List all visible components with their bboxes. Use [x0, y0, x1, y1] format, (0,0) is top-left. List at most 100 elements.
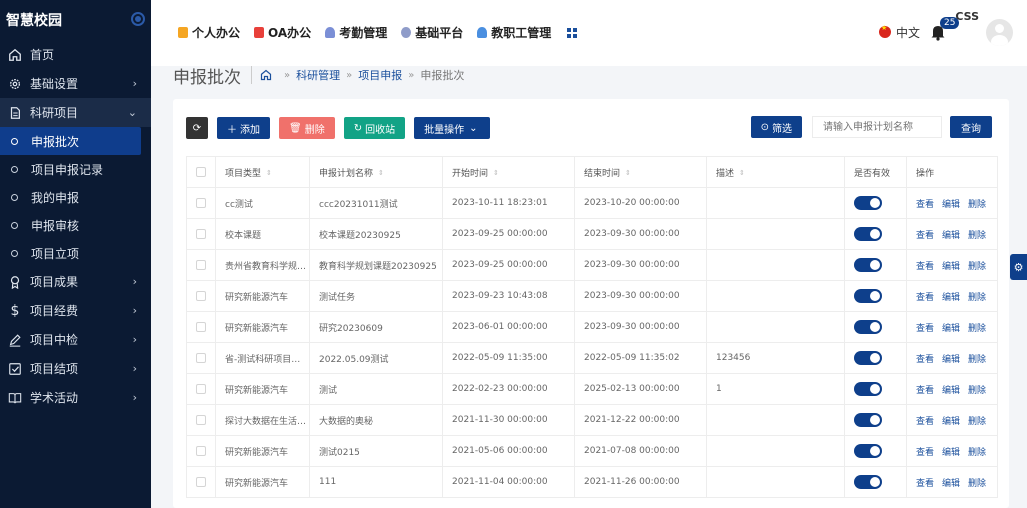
- sort-icon[interactable]: ⇕: [739, 169, 745, 177]
- table-cell: 2021-11-30 00:00:00: [442, 404, 575, 436]
- sort-icon[interactable]: ⇕: [625, 169, 631, 177]
- sidebar-item-achievements[interactable]: 项目成果 ›: [0, 267, 151, 296]
- delete-link[interactable]: 删除: [968, 386, 986, 396]
- valid-toggle[interactable]: [854, 444, 882, 458]
- valid-toggle[interactable]: [854, 258, 882, 272]
- delete-link[interactable]: 删除: [968, 262, 986, 272]
- edit-link[interactable]: 编辑: [942, 417, 960, 427]
- valid-toggle[interactable]: [854, 475, 882, 489]
- sort-icon[interactable]: ⇕: [266, 169, 272, 177]
- delete-link[interactable]: 删除: [968, 324, 986, 334]
- valid-toggle[interactable]: [854, 289, 882, 303]
- select-all-checkbox[interactable]: [196, 166, 206, 177]
- refresh-button[interactable]: ⟳: [186, 117, 208, 139]
- sidebar-subitem-records[interactable]: 项目申报记录: [0, 155, 151, 183]
- delete-button[interactable]: 🗑 删除: [279, 117, 335, 139]
- search-input[interactable]: [812, 116, 942, 138]
- valid-toggle[interactable]: [854, 351, 882, 365]
- view-link[interactable]: 查看: [916, 417, 934, 427]
- edit-link[interactable]: 编辑: [942, 262, 960, 272]
- edit-link[interactable]: 编辑: [942, 200, 960, 210]
- sidebar-item-home[interactable]: 首页: [0, 40, 151, 69]
- column-header-start-time[interactable]: 开始时间 ⇕: [442, 156, 575, 188]
- sidebar-item-closing[interactable]: 项目结项 ›: [0, 354, 151, 383]
- view-link[interactable]: 查看: [916, 262, 934, 272]
- row-checkbox[interactable]: [196, 383, 206, 394]
- sort-icon[interactable]: ⇕: [493, 169, 499, 177]
- row-checkbox[interactable]: [196, 321, 206, 332]
- sort-icon[interactable]: ⇕: [378, 169, 384, 177]
- column-header-description[interactable]: 描述 ⇕: [706, 156, 845, 188]
- edit-link[interactable]: 编辑: [942, 293, 960, 303]
- view-link[interactable]: 查看: [916, 231, 934, 241]
- column-header-end-time[interactable]: 结束时间 ⇕: [574, 156, 707, 188]
- column-header-type[interactable]: 项目类型 ⇕: [215, 156, 310, 188]
- row-checkbox[interactable]: [196, 228, 206, 239]
- view-link[interactable]: 查看: [916, 479, 934, 489]
- sidebar-item-label: 基础设置: [30, 77, 79, 91]
- topnav-base-platform[interactable]: 基础平台: [401, 24, 463, 41]
- apps-grid-icon[interactable]: [567, 27, 578, 38]
- valid-toggle[interactable]: [854, 227, 882, 241]
- edit-link[interactable]: 编辑: [942, 231, 960, 241]
- delete-link[interactable]: 删除: [968, 355, 986, 365]
- edit-link[interactable]: 编辑: [942, 386, 960, 396]
- row-checkbox[interactable]: [196, 259, 206, 270]
- notification-bell-icon[interactable]: 25: [930, 17, 960, 41]
- row-checkbox[interactable]: [196, 352, 206, 363]
- row-checkbox[interactable]: [196, 414, 206, 425]
- filter-button[interactable]: ⊙ 筛选: [750, 116, 802, 138]
- add-button[interactable]: ＋添加: [217, 117, 270, 139]
- valid-toggle[interactable]: [854, 320, 882, 334]
- recycle-bin-button[interactable]: ↻ 回收站: [343, 117, 406, 139]
- home-icon[interactable]: [260, 69, 272, 81]
- row-checkbox[interactable]: [196, 197, 206, 208]
- delete-link[interactable]: 删除: [968, 448, 986, 458]
- column-header-plan-name[interactable]: 申报计划名称 ⇕: [309, 156, 443, 188]
- sidebar-toggle-icon[interactable]: [131, 12, 145, 26]
- breadcrumb-project-declaration[interactable]: 项目申报: [358, 67, 402, 83]
- table-cell: 2023-06-01 00:00:00: [442, 311, 575, 343]
- edit-link[interactable]: 编辑: [942, 324, 960, 334]
- topnav-attendance[interactable]: 考勤管理: [325, 24, 387, 41]
- delete-link[interactable]: 删除: [968, 200, 986, 210]
- view-link[interactable]: 查看: [916, 200, 934, 210]
- valid-toggle[interactable]: [854, 413, 882, 427]
- delete-link[interactable]: 删除: [968, 231, 986, 241]
- view-link[interactable]: 查看: [916, 293, 934, 303]
- topnav-oa-office[interactable]: OA办公: [254, 24, 311, 41]
- row-checkbox[interactable]: [196, 290, 206, 301]
- delete-link[interactable]: 删除: [968, 479, 986, 489]
- query-button[interactable]: 查询: [950, 116, 992, 138]
- sidebar-item-basic-settings[interactable]: 基础设置 ›: [0, 69, 151, 98]
- sidebar-item-funding[interactable]: $ 项目经费 ›: [0, 296, 151, 325]
- sidebar-subitem-my-declaration[interactable]: 我的申报: [0, 183, 151, 211]
- sidebar-item-research-projects[interactable]: 科研项目 ⌄: [0, 98, 151, 127]
- valid-toggle[interactable]: [854, 382, 882, 396]
- breadcrumb-research-management[interactable]: 科研管理: [296, 67, 340, 83]
- topnav-personal-office[interactable]: 个人办公: [178, 24, 240, 41]
- language-switch[interactable]: 中文: [896, 24, 920, 41]
- table-cell: [706, 404, 845, 436]
- edit-link[interactable]: 编辑: [942, 448, 960, 458]
- edit-link[interactable]: 编辑: [942, 355, 960, 365]
- delete-link[interactable]: 删除: [968, 293, 986, 303]
- row-checkbox[interactable]: [196, 445, 206, 456]
- valid-toggle[interactable]: [854, 196, 882, 210]
- sidebar-item-academic[interactable]: 学术活动 ›: [0, 383, 151, 412]
- sidebar-subitem-batch[interactable]: 申报批次: [0, 127, 141, 155]
- topnav-staff-management[interactable]: 教职工管理: [477, 24, 551, 41]
- row-checkbox[interactable]: [196, 476, 206, 487]
- view-link[interactable]: 查看: [916, 386, 934, 396]
- view-link[interactable]: 查看: [916, 355, 934, 365]
- avatar[interactable]: [986, 18, 1013, 46]
- settings-gear-icon[interactable]: ⚙: [1010, 254, 1027, 280]
- delete-link[interactable]: 删除: [968, 417, 986, 427]
- edit-link[interactable]: 编辑: [942, 479, 960, 489]
- sidebar-subitem-approval[interactable]: 项目立项: [0, 239, 151, 267]
- sidebar-subitem-review[interactable]: 申报审核: [0, 211, 151, 239]
- view-link[interactable]: 查看: [916, 324, 934, 334]
- view-link[interactable]: 查看: [916, 448, 934, 458]
- batch-actions-button[interactable]: 批量操作 ⌄: [414, 117, 491, 139]
- sidebar-item-midterm[interactable]: 项目中检 ›: [0, 325, 151, 354]
